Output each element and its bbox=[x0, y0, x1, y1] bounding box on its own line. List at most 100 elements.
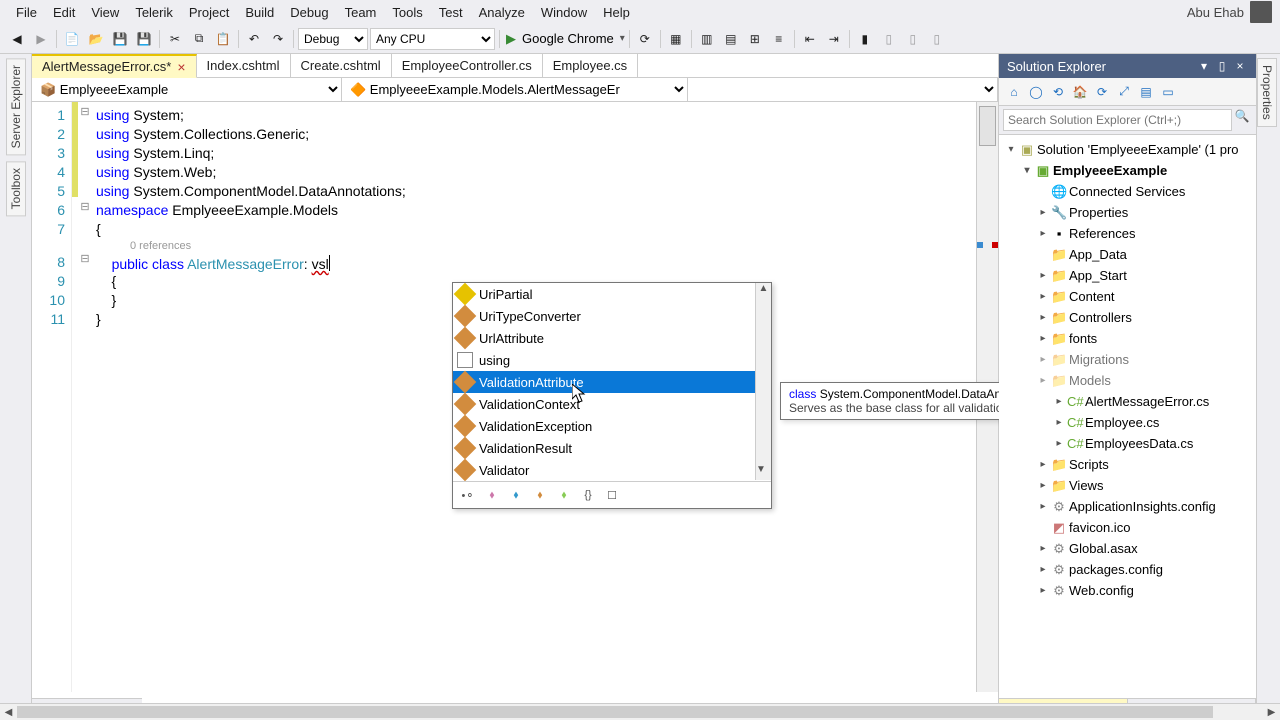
filter-classes-icon[interactable]: ⬧ bbox=[531, 486, 549, 504]
nav-fwd-button[interactable]: ▶ bbox=[30, 28, 52, 50]
expand-icon[interactable]: ▸ bbox=[1037, 333, 1049, 344]
expand-icon[interactable]: ▸ bbox=[1037, 312, 1049, 323]
tree-node[interactable]: ▾▣Solution 'EmplyeeeExample' (1 pro bbox=[999, 139, 1256, 160]
pin-icon[interactable]: ▯ bbox=[1214, 59, 1230, 73]
tab-index[interactable]: Index.cshtml bbox=[197, 54, 291, 77]
intellisense-item[interactable]: UriPartial bbox=[453, 283, 771, 305]
signed-in-user[interactable]: Abu Ehab bbox=[1187, 5, 1244, 20]
intellisense-filter-bar[interactable]: •⚬ ⬧ ⬧ ⬧ ⬧ {} ☐ bbox=[453, 481, 771, 508]
solution-search-input[interactable] bbox=[1003, 109, 1232, 131]
user-avatar[interactable] bbox=[1250, 1, 1272, 23]
filter-interfaces-icon[interactable]: ⬧ bbox=[507, 486, 525, 504]
intellisense-item[interactable]: UrlAttribute bbox=[453, 327, 771, 349]
tree-node[interactable]: ▸C#EmployeesData.cs bbox=[999, 433, 1256, 454]
home-icon[interactable]: ⌂ bbox=[1005, 83, 1023, 101]
expand-icon[interactable]: ▸ bbox=[1037, 480, 1049, 491]
tab-alertmessageerror[interactable]: AlertMessageError.cs* × bbox=[32, 54, 197, 78]
expand-icon[interactable]: ▸ bbox=[1037, 543, 1049, 554]
solution-tree[interactable]: ▾▣Solution 'EmplyeeeExample' (1 pro▾▣Emp… bbox=[999, 135, 1256, 698]
intellisense-item[interactable]: Validator bbox=[453, 459, 771, 481]
preview-icon[interactable]: ▭ bbox=[1159, 83, 1177, 101]
intellisense-scrollbar[interactable]: ▲ ▼ bbox=[755, 283, 771, 480]
tree-node[interactable]: 📁App_Data bbox=[999, 244, 1256, 265]
menu-test[interactable]: Test bbox=[431, 3, 471, 22]
expand-icon[interactable]: ▸ bbox=[1053, 417, 1065, 428]
sync-icon[interactable]: ⟲ bbox=[1049, 83, 1067, 101]
indent-left-icon[interactable]: ⇤ bbox=[799, 28, 821, 50]
refresh-icon[interactable]: ⟳ bbox=[634, 28, 656, 50]
menu-analyze[interactable]: Analyze bbox=[471, 3, 533, 22]
filter-structs-icon[interactable]: ⬧ bbox=[555, 486, 573, 504]
tree-node[interactable]: ▸📁Models bbox=[999, 370, 1256, 391]
menu-edit[interactable]: Edit bbox=[45, 3, 83, 22]
solution-hscroll[interactable]: ◀▶ bbox=[0, 703, 1280, 720]
server-explorer-tab[interactable]: Server Explorer bbox=[6, 58, 26, 155]
tree-node[interactable]: ▸📁Views bbox=[999, 475, 1256, 496]
menu-project[interactable]: Project bbox=[181, 3, 237, 22]
expand-icon[interactable]: ▸ bbox=[1037, 354, 1049, 365]
expand-icon[interactable]: ▸ bbox=[1037, 270, 1049, 281]
toolbar-icon[interactable]: ▤ bbox=[720, 28, 742, 50]
expand-icon[interactable]: ▸ bbox=[1037, 564, 1049, 575]
expand-icon[interactable]: ▸ bbox=[1053, 396, 1065, 407]
menu-file[interactable]: File bbox=[8, 3, 45, 22]
configuration-select[interactable]: Debug bbox=[298, 28, 368, 50]
tree-node[interactable]: ◩favicon.ico bbox=[999, 517, 1256, 538]
intellisense-item[interactable]: UriTypeConverter bbox=[453, 305, 771, 327]
save-all-button[interactable]: 💾 bbox=[133, 28, 155, 50]
expand-icon[interactable]: ▸ bbox=[1037, 375, 1049, 386]
expand-icon[interactable]: ▸ bbox=[1037, 207, 1049, 218]
project-scope-select[interactable]: 📦 EmplyeeeExample bbox=[32, 78, 342, 101]
tree-node[interactable]: ▸📁Content bbox=[999, 286, 1256, 307]
menu-help[interactable]: Help bbox=[595, 3, 638, 22]
tab-employee[interactable]: Employee.cs bbox=[543, 54, 638, 77]
bookmark-icon[interactable]: ▯ bbox=[902, 28, 924, 50]
refresh-icon[interactable]: ⟳ bbox=[1093, 83, 1111, 101]
back-icon[interactable]: ◯ bbox=[1027, 83, 1045, 101]
redo-button[interactable]: ↷ bbox=[267, 28, 289, 50]
expand-icon[interactable]: ▸ bbox=[1037, 459, 1049, 470]
expand-icon[interactable]: ▸ bbox=[1037, 228, 1049, 239]
expand-icon[interactable]: ▸ bbox=[1037, 501, 1049, 512]
properties-tab[interactable]: Properties bbox=[1257, 58, 1277, 127]
comment-icon[interactable]: ▮ bbox=[854, 28, 876, 50]
menu-window[interactable]: Window bbox=[533, 3, 595, 22]
expand-icon[interactable]: ▸ bbox=[1037, 291, 1049, 302]
tree-node[interactable]: ▸▪References bbox=[999, 223, 1256, 244]
toolbar-icon[interactable]: ▯ bbox=[926, 28, 948, 50]
tree-node[interactable]: ▸⚙Global.asax bbox=[999, 538, 1256, 559]
tree-node[interactable]: ▸📁App_Start bbox=[999, 265, 1256, 286]
member-scope-select[interactable] bbox=[688, 78, 998, 101]
outlining-margin[interactable]: ⊟ ⊟⊟ bbox=[78, 102, 92, 692]
platform-select[interactable]: Any CPU bbox=[370, 28, 495, 50]
menu-team[interactable]: Team bbox=[337, 3, 385, 22]
save-button[interactable]: 💾 bbox=[109, 28, 131, 50]
menu-telerik[interactable]: Telerik bbox=[127, 3, 181, 22]
tree-node[interactable]: ▸⚙packages.config bbox=[999, 559, 1256, 580]
toolbar-icon[interactable]: ≡ bbox=[768, 28, 790, 50]
undo-button[interactable]: ↶ bbox=[243, 28, 265, 50]
tree-node[interactable]: ▸C#AlertMessageError.cs bbox=[999, 391, 1256, 412]
properties-icon[interactable]: ▤ bbox=[1137, 83, 1155, 101]
open-file-button[interactable]: 📂 bbox=[85, 28, 107, 50]
type-scope-select[interactable]: 🔶 EmplyeeeExample.Models.AlertMessageEr bbox=[342, 78, 688, 101]
start-debugging-button[interactable]: ▶ bbox=[506, 31, 516, 47]
filter-keywords-icon[interactable]: ☐ bbox=[603, 486, 621, 504]
panel-menu-icon[interactable]: ▾ bbox=[1196, 59, 1212, 73]
toolbox-tab[interactable]: Toolbox bbox=[6, 161, 26, 216]
tree-node[interactable]: 🌐Connected Services bbox=[999, 181, 1256, 202]
paste-button[interactable]: 📋 bbox=[212, 28, 234, 50]
cut-button[interactable]: ✂ bbox=[164, 28, 186, 50]
intellisense-item[interactable]: ValidationAttribute bbox=[453, 371, 771, 393]
intellisense-item[interactable]: ValidationResult bbox=[453, 437, 771, 459]
tree-node[interactable]: ▸📁Scripts bbox=[999, 454, 1256, 475]
tree-node[interactable]: ▸📁fonts bbox=[999, 328, 1256, 349]
tree-node[interactable]: ▸C#Employee.cs bbox=[999, 412, 1256, 433]
filter-enums-icon[interactable]: {} bbox=[579, 486, 597, 504]
intellisense-item[interactable]: using bbox=[453, 349, 771, 371]
menu-tools[interactable]: Tools bbox=[384, 3, 430, 22]
code-editor[interactable]: 1234567 891011 ⊟ ⊟⊟ using System;using S… bbox=[32, 102, 998, 692]
tab-employeecontroller[interactable]: EmployeeController.cs bbox=[392, 54, 543, 77]
intellisense-item[interactable]: ValidationException bbox=[453, 415, 771, 437]
tab-create[interactable]: Create.cshtml bbox=[291, 54, 392, 77]
